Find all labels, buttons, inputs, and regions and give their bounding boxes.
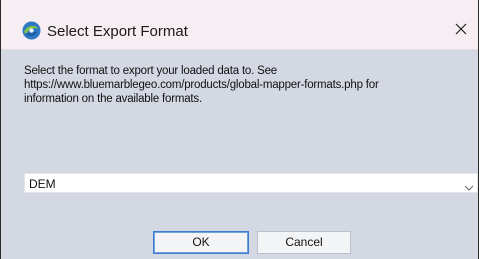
description-line: information on the available formats. <box>24 93 202 105</box>
description-line: Select the format to export your loaded … <box>24 65 277 77</box>
export-format-dropdown[interactable]: DEM <box>24 173 478 193</box>
ok-button[interactable]: OK <box>153 231 249 254</box>
dialog-title: Select Export Format <box>47 23 188 40</box>
title-bar: Select Export Format <box>1 0 478 50</box>
selected-format: DEM <box>29 177 56 191</box>
export-format-dialog: Select Export Format Select the format t… <box>0 0 479 259</box>
formats-url-line: https://www.bluemarblegeo.com/products/g… <box>24 79 379 91</box>
cancel-button[interactable]: Cancel <box>257 231 351 254</box>
description-text: Select the format to export your loaded … <box>24 64 464 106</box>
close-button[interactable] <box>448 18 474 44</box>
globe-swirl-icon <box>22 21 41 40</box>
close-icon <box>455 22 467 40</box>
chevron-down-icon <box>464 179 474 191</box>
dialog-content: Select the format to export your loaded … <box>1 50 478 259</box>
